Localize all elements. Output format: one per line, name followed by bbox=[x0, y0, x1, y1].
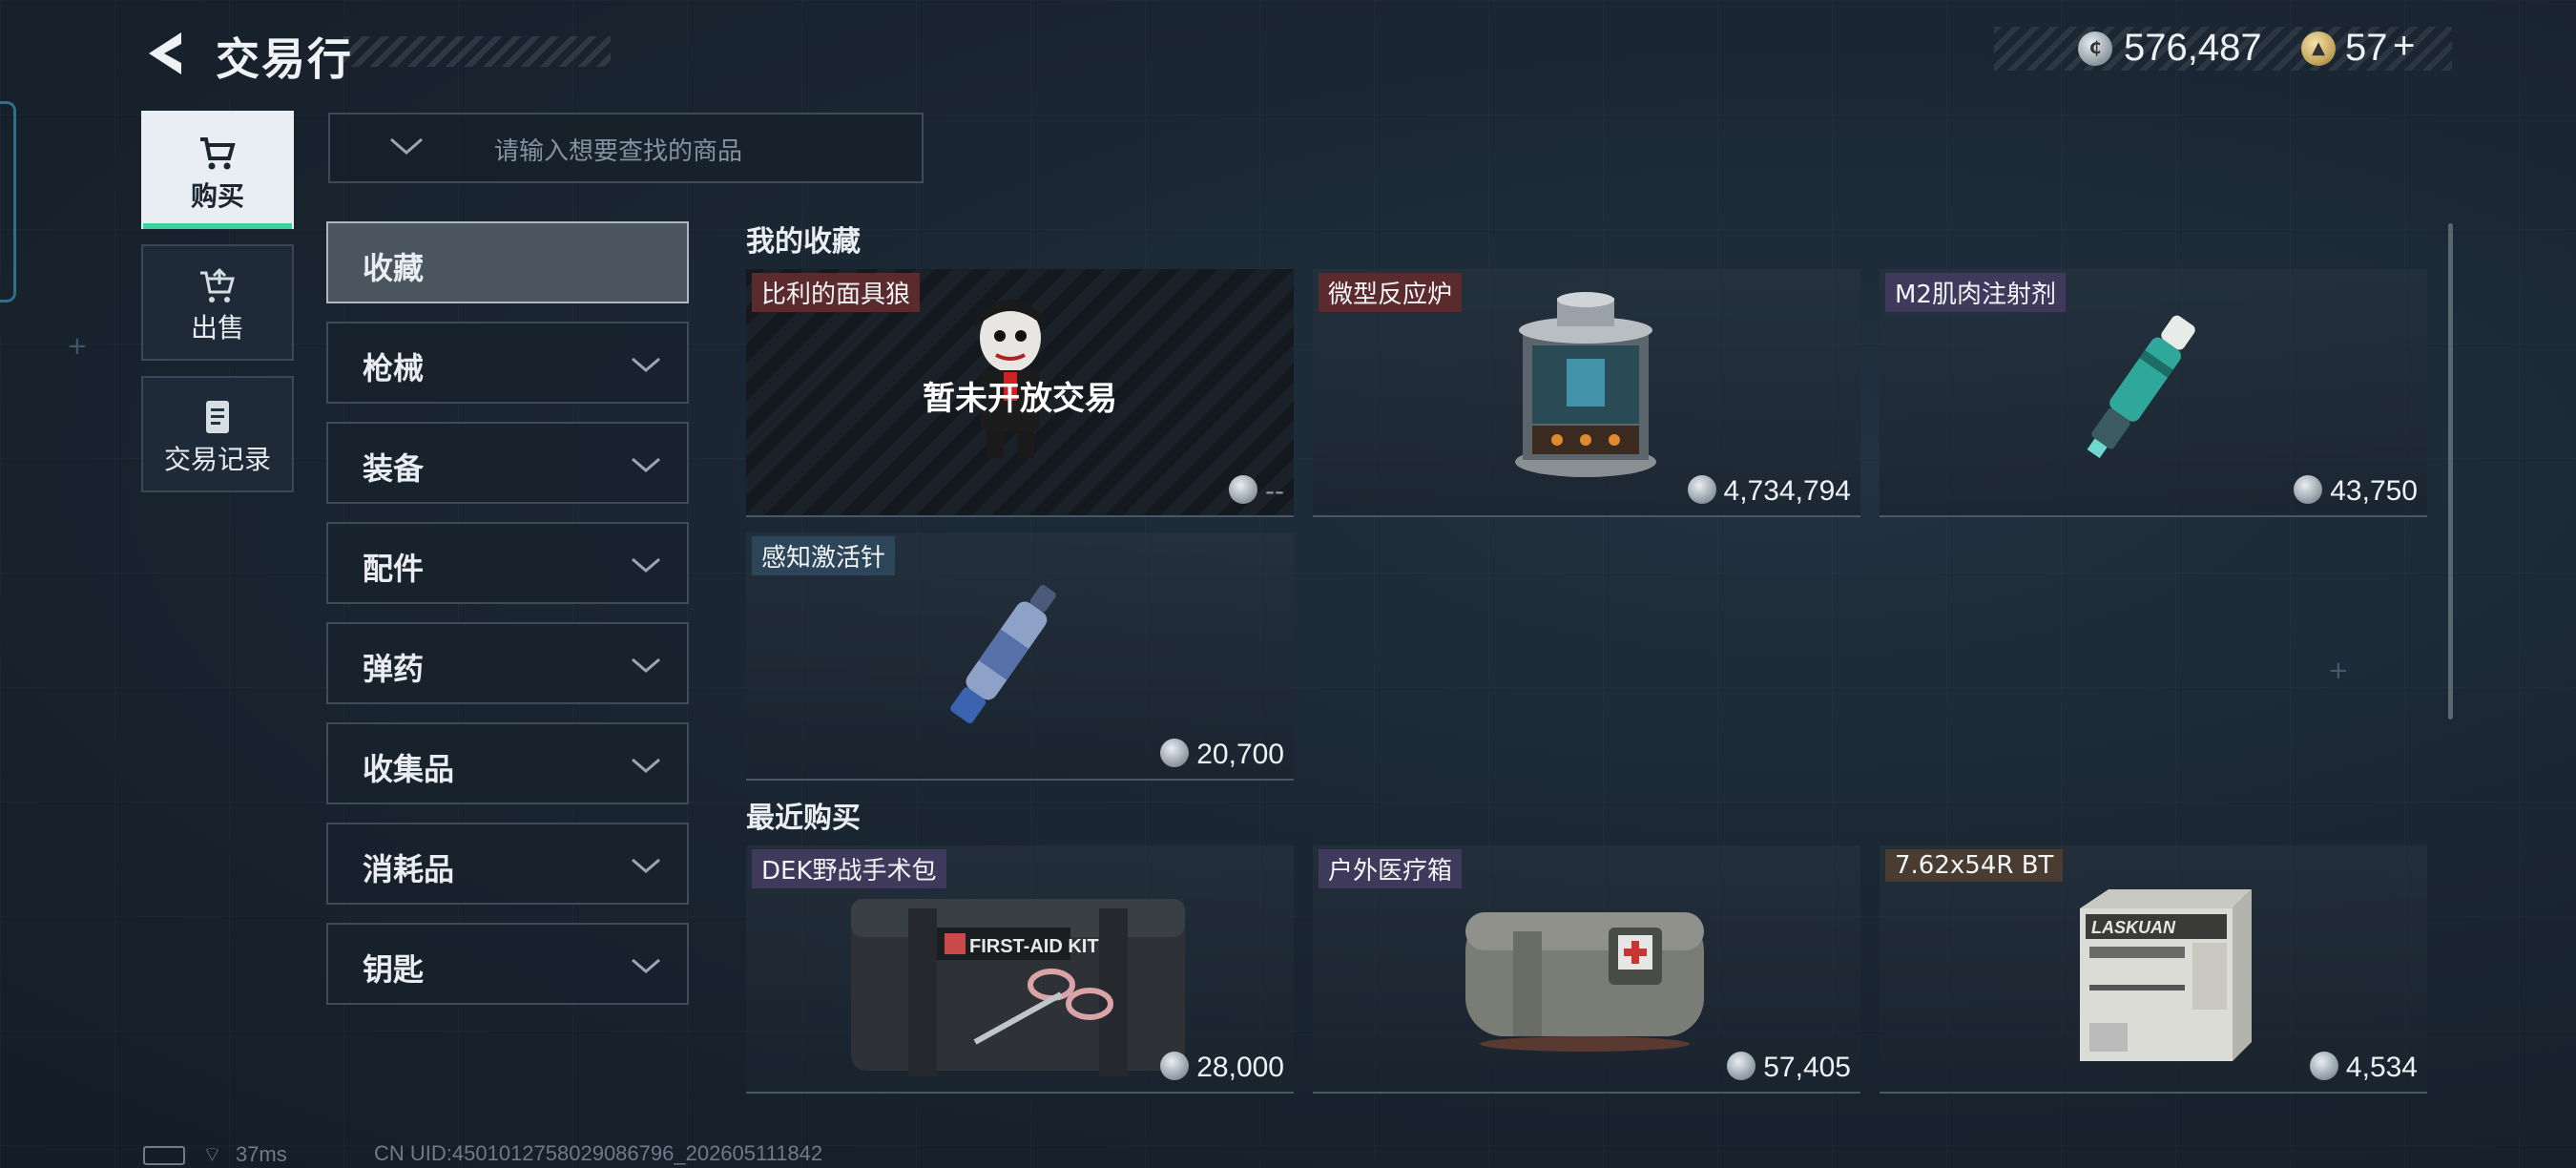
battery-icon bbox=[143, 1146, 185, 1166]
first-aid-kit-icon: FIRST-AID KIT bbox=[851, 899, 1185, 1076]
item-card-outdoor-medkit[interactable]: 户外医疗箱 57,405 bbox=[1313, 845, 1860, 1094]
item-card-dek-surgery-kit[interactable]: FIRST-AID KIT DEK野战手术包 28,000 bbox=[746, 845, 1294, 1094]
item-card-micro-reactor[interactable]: 微型反应炉 4,734,794 bbox=[1313, 269, 1860, 517]
nav-buy-label: 购买 bbox=[190, 180, 244, 212]
silver-amount: 576,487 bbox=[2124, 27, 2262, 69]
item-price-value: -- bbox=[1265, 475, 1284, 507]
category-label: 收藏 bbox=[363, 250, 425, 286]
favorites-title: 我的收藏 bbox=[746, 225, 861, 259]
edge-handle[interactable] bbox=[0, 101, 16, 302]
injector-icon bbox=[2087, 315, 2195, 459]
nav-record-label: 交易记录 bbox=[163, 444, 271, 475]
add-gold-button[interactable]: + bbox=[2393, 25, 2415, 68]
cart-icon bbox=[200, 137, 236, 170]
active-indicator bbox=[143, 223, 292, 229]
search-input[interactable]: 请输入想要查找的商品 bbox=[328, 113, 924, 183]
chevron-down-icon bbox=[632, 557, 660, 573]
category-label: 收集品 bbox=[363, 751, 455, 787]
decor-cross: + bbox=[67, 332, 88, 361]
item-price-value: 57,405 bbox=[1763, 1052, 1851, 1083]
item-price-value: 4,734,794 bbox=[1723, 475, 1851, 507]
silver-coin-icon: ₵ bbox=[2078, 31, 2112, 66]
kit-label-text: FIRST-AID KIT bbox=[969, 936, 1099, 957]
chevron-down-icon bbox=[632, 457, 660, 472]
category-label: 钥匙 bbox=[363, 951, 425, 988]
item-card-billy-mask[interactable]: 比利的面具狼 暂未开放交易 -- bbox=[746, 269, 1294, 517]
chevron-down-icon bbox=[632, 357, 660, 372]
category-weapons[interactable]: 枪械 bbox=[326, 322, 689, 404]
item-price: 28,000 bbox=[1160, 1052, 1284, 1084]
page-title: 交易行 bbox=[216, 33, 353, 85]
item-card-762-ammo[interactable]: LASKUAN 7.62x54R BT 4,534 bbox=[1880, 845, 2427, 1094]
nav-buy-tab[interactable]: 购买 bbox=[141, 111, 294, 229]
recent-title: 最近购买 bbox=[746, 802, 861, 835]
item-price-value: 43,750 bbox=[2330, 475, 2418, 507]
item-price-value: 4,534 bbox=[2345, 1052, 2418, 1083]
chevron-down-icon bbox=[632, 958, 660, 973]
box-label-text: LASKUAN bbox=[2091, 918, 2176, 937]
scrollbar[interactable] bbox=[2448, 223, 2453, 720]
title-decor bbox=[343, 36, 611, 67]
nav-sell-label: 出售 bbox=[190, 312, 244, 344]
silver-coin-icon bbox=[1229, 475, 1258, 504]
item-price: 57,405 bbox=[1727, 1052, 1851, 1084]
wifi-icon: ⌔ bbox=[202, 1142, 222, 1166]
item-name-tag: 7.62x54R BT bbox=[1885, 849, 2064, 882]
reactor-icon bbox=[1515, 292, 1656, 477]
item-card-m2-injector[interactable]: M2肌肉注射剂 43,750 bbox=[1880, 269, 2427, 517]
category-attachments[interactable]: 配件 bbox=[326, 522, 689, 604]
category-ammo[interactable]: 弹药 bbox=[326, 622, 689, 704]
silver-coin-icon bbox=[2294, 475, 2323, 504]
silver-coin-icon bbox=[1687, 475, 1716, 504]
silver-coin-icon bbox=[2309, 1052, 2338, 1080]
item-name-tag: 感知激活针 bbox=[752, 536, 896, 575]
item-name-tag: DEK野战手术包 bbox=[752, 849, 946, 888]
chevron-down-icon bbox=[632, 858, 660, 873]
category-consumables[interactable]: 消耗品 bbox=[326, 823, 689, 905]
nav-sell-tab[interactable]: 出售 bbox=[141, 244, 294, 361]
category-label: 弹药 bbox=[363, 651, 425, 687]
category-label: 枪械 bbox=[363, 350, 425, 386]
nav-record-tab[interactable]: 交易记录 bbox=[141, 376, 294, 492]
item-price: 4,734,794 bbox=[1687, 475, 1851, 508]
item-price: 4,534 bbox=[2309, 1052, 2418, 1084]
silver-coin-icon bbox=[1160, 739, 1190, 767]
ping-value: 37ms bbox=[235, 1142, 287, 1166]
item-name-tag: 比利的面具狼 bbox=[752, 273, 921, 312]
locked-notice: 暂未开放交易 bbox=[923, 380, 1117, 418]
item-card-perception-needle[interactable]: 感知激活针 20,700 bbox=[746, 532, 1294, 781]
category-keys[interactable]: 钥匙 bbox=[326, 923, 689, 1005]
category-label: 配件 bbox=[363, 551, 425, 587]
record-icon bbox=[206, 401, 229, 433]
gold-amount: 57 bbox=[2345, 27, 2388, 69]
item-price-value: 28,000 bbox=[1196, 1052, 1284, 1083]
back-arrow-icon[interactable] bbox=[143, 29, 191, 78]
category-label: 消耗品 bbox=[363, 851, 455, 887]
item-price: -- bbox=[1229, 475, 1284, 508]
category-label: 装备 bbox=[363, 450, 425, 487]
ammo-box-icon: LASKUAN bbox=[2080, 889, 2252, 1061]
item-price: 20,700 bbox=[1160, 739, 1284, 771]
item-name-tag: M2肌肉注射剂 bbox=[1885, 273, 2066, 312]
search-placeholder: 请输入想要查找的商品 bbox=[494, 137, 743, 166]
item-price-value: 20,700 bbox=[1196, 739, 1284, 770]
needle-icon bbox=[950, 585, 1056, 723]
uid-text: CN UID:4501012758029086796_202605111842 bbox=[374, 1141, 823, 1165]
item-price: 43,750 bbox=[2294, 475, 2418, 508]
silver-coin-icon bbox=[1160, 1052, 1190, 1080]
chevron-down-icon bbox=[632, 758, 660, 773]
chevron-down-icon[interactable] bbox=[387, 132, 426, 160]
category-equipment[interactable]: 装备 bbox=[326, 422, 689, 504]
silver-coin-icon bbox=[1727, 1052, 1756, 1080]
chevron-down-icon bbox=[632, 657, 660, 673]
category-favorites[interactable]: 收藏 bbox=[326, 221, 689, 303]
sell-cart-icon bbox=[200, 267, 235, 302]
decor-cross: + bbox=[2328, 657, 2349, 685]
category-collectibles[interactable]: 收集品 bbox=[326, 722, 689, 804]
medkit-pouch-icon bbox=[1465, 912, 1704, 1052]
gold-coin-icon: ▲ bbox=[2301, 31, 2336, 66]
item-name-tag: 户外医疗箱 bbox=[1319, 849, 1463, 888]
item-name-tag: 微型反应炉 bbox=[1319, 273, 1463, 312]
network-status: ⌔ 37ms bbox=[143, 1141, 287, 1168]
